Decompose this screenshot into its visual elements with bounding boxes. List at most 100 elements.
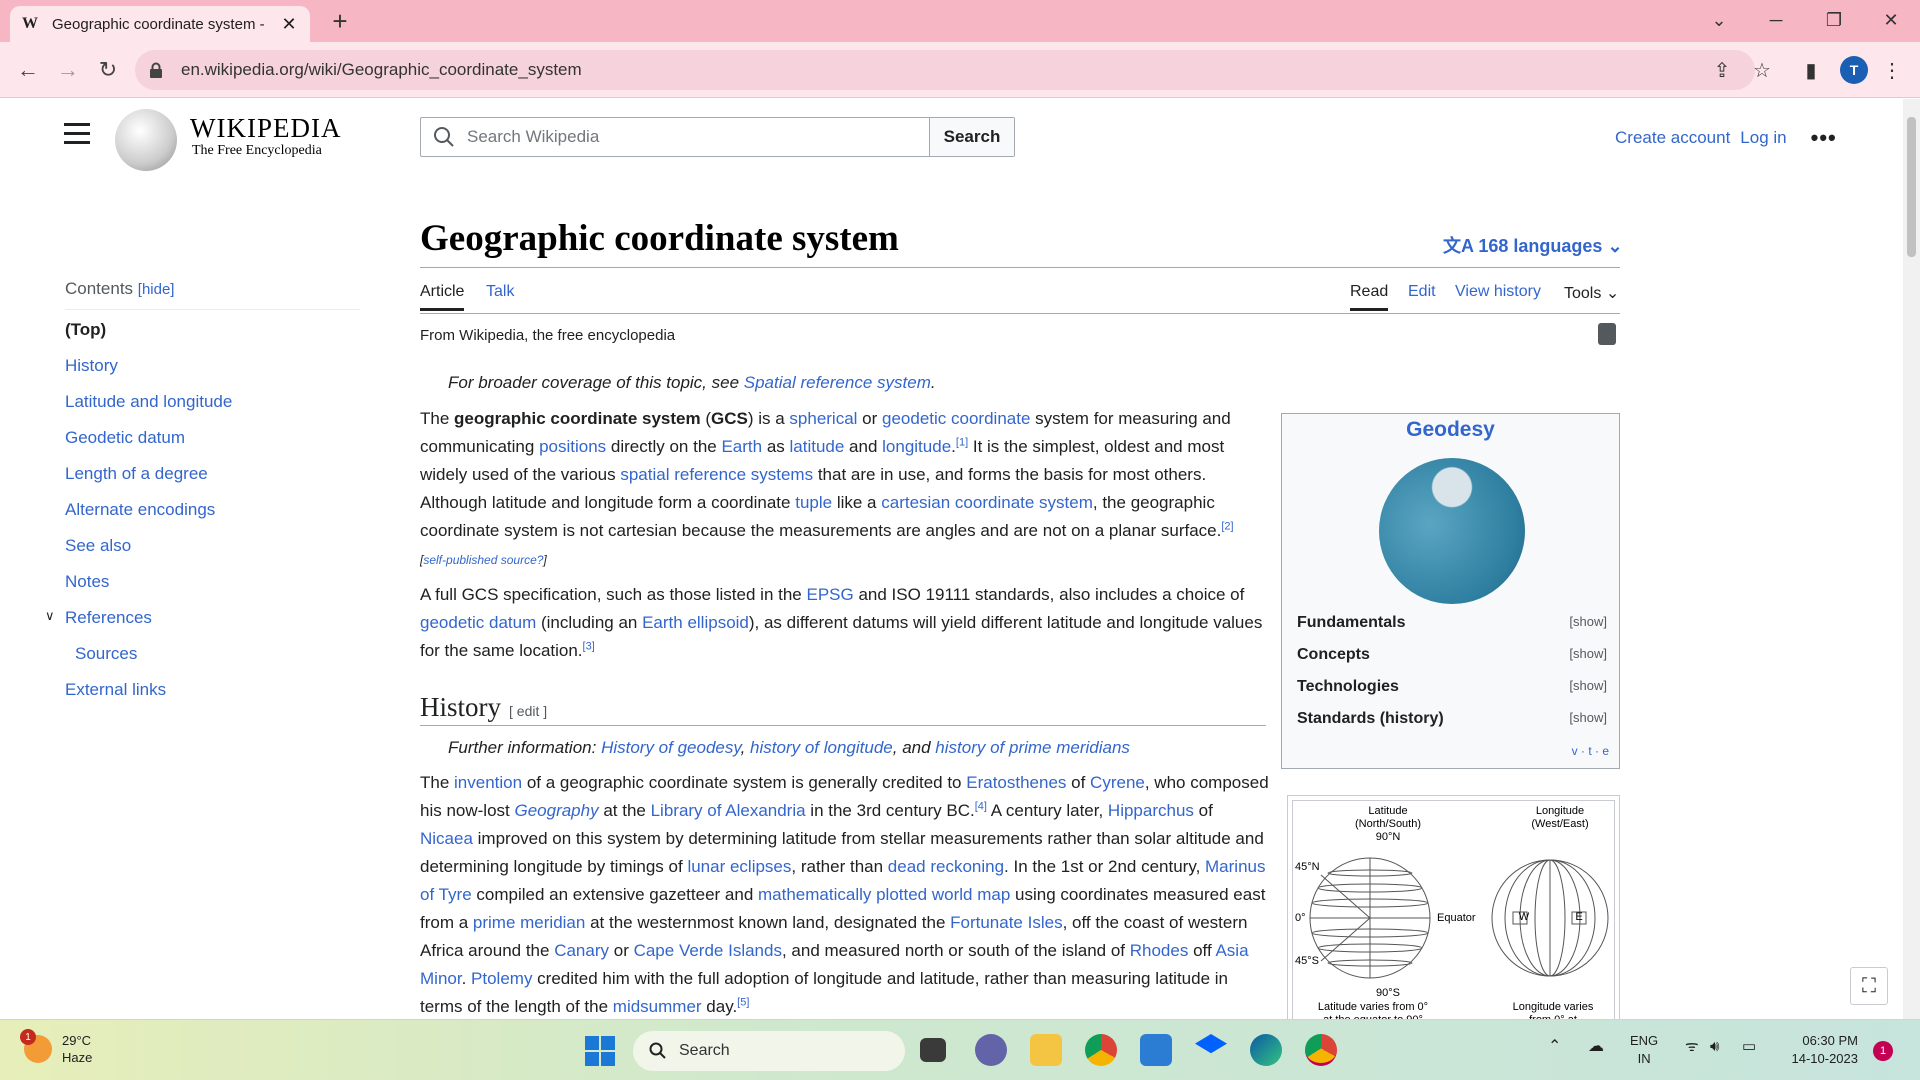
link[interactable]: lunar eclipses — [687, 857, 791, 876]
edit-section-link[interactable]: [ edit ] — [509, 703, 547, 719]
toc-item-top[interactable]: (Top) — [65, 320, 360, 356]
link[interactable]: geodetic datum — [420, 613, 536, 632]
link[interactable]: Canary — [554, 941, 609, 960]
toc-item-see-also[interactable]: See also — [65, 536, 360, 572]
clock[interactable]: 06:30 PM 14-10-2023 — [1778, 1032, 1859, 1068]
search-input[interactable]: Search Wikipedia — [421, 118, 929, 156]
link[interactable]: positions — [539, 437, 606, 456]
profile-avatar[interactable]: T — [1840, 56, 1868, 84]
link[interactable]: spherical — [789, 409, 857, 428]
edge-icon[interactable] — [1250, 1034, 1282, 1066]
onedrive-icon[interactable]: ☁ — [1588, 1038, 1604, 1056]
fullscreen-icon[interactable]: ⛶ — [1850, 967, 1888, 1005]
link[interactable]: dead reckoning — [888, 857, 1004, 876]
main-menu-icon[interactable] — [64, 123, 90, 145]
notification-badge[interactable]: 1 — [1873, 1041, 1893, 1061]
browser-tab[interactable]: W Geographic coordinate system - ✕ — [10, 6, 310, 42]
share-icon[interactable]: ⇪ — [1706, 54, 1738, 86]
task-view-icon[interactable] — [920, 1038, 946, 1062]
new-tab-button[interactable]: + — [325, 6, 355, 37]
toc-item-sources[interactable]: Sources — [65, 644, 360, 680]
toc-item-geodetic-datum[interactable]: Geodetic datum — [65, 428, 360, 464]
tab-article[interactable]: Article — [420, 283, 465, 311]
taskbar-search[interactable]: Search — [633, 1031, 905, 1071]
link[interactable]: invention — [454, 773, 522, 792]
windows-start-icon[interactable] — [585, 1036, 615, 1066]
tab-read[interactable]: Read — [1350, 283, 1389, 311]
toc-item-notes[interactable]: Notes — [65, 572, 360, 608]
link[interactable]: Asia Minor — [420, 941, 1249, 988]
toc-item-history[interactable]: History — [65, 356, 360, 392]
minimize-button[interactable]: ─ — [1747, 0, 1805, 40]
link[interactable]: Fortunate Isles — [950, 913, 1062, 932]
link[interactable]: Nicaea — [420, 829, 473, 848]
link[interactable]: EPSG — [806, 585, 853, 604]
log-in-link[interactable]: Log in — [1740, 128, 1786, 148]
battery-icon[interactable]: ▭ — [1742, 1038, 1756, 1056]
link[interactable]: geodetic coordinate — [882, 409, 1030, 428]
link[interactable]: cartesian coordinate system — [881, 493, 1093, 512]
citation[interactable]: [2] — [1221, 520, 1233, 532]
teams-icon[interactable] — [975, 1034, 1007, 1066]
link[interactable]: Ptolemy — [471, 969, 532, 988]
restore-button[interactable]: ❐ — [1805, 0, 1863, 40]
toc-item-external-links[interactable]: External links — [65, 680, 360, 716]
link[interactable]: Earth ellipsoid — [642, 613, 749, 632]
link[interactable]: tuple — [795, 493, 832, 512]
side-panel-icon[interactable]: ▮ — [1795, 54, 1827, 86]
chevron-down-icon[interactable]: ∨ — [45, 608, 55, 624]
tab-talk[interactable]: Talk — [486, 283, 514, 301]
link[interactable]: Cyrene — [1090, 773, 1145, 792]
back-button[interactable]: ← — [12, 54, 44, 86]
more-options-icon[interactable]: ••• — [1811, 125, 1837, 151]
hatnote-link[interactable]: Spatial reference system — [744, 373, 931, 392]
toc-hide-link[interactable]: [hide] — [138, 281, 175, 298]
wikipedia-wordmark[interactable]: WIKIPEDIA — [190, 113, 341, 144]
link[interactable]: prime meridian — [473, 913, 585, 932]
link[interactable]: latitude — [790, 437, 845, 456]
show-toggle[interactable]: [show] — [1569, 646, 1607, 664]
link[interactable]: Geography — [514, 801, 598, 820]
link[interactable]: Cape Verde Islands — [634, 941, 782, 960]
link[interactable]: Earth — [721, 437, 762, 456]
vte-links[interactable]: v · t · e — [1572, 744, 1609, 758]
wifi-icon[interactable]: ᯤ — [1685, 1038, 1699, 1056]
scrollbar-thumb[interactable] — [1907, 117, 1916, 257]
link[interactable]: longitude — [882, 437, 951, 456]
bookmark-star-icon[interactable]: ☆ — [1746, 54, 1778, 86]
citation[interactable]: [5] — [737, 996, 749, 1008]
toc-item-alternate-encodings[interactable]: Alternate encodings — [65, 500, 360, 536]
page-scrollbar[interactable] — [1903, 99, 1920, 1019]
lat-lon-diagram[interactable]: Latitude (North/South) Longitude (West/E… — [1287, 795, 1620, 1019]
link[interactable]: Hipparchus — [1108, 801, 1194, 820]
dropbox-icon[interactable] — [1195, 1034, 1227, 1054]
tools-dropdown[interactable]: Tools ⌄ — [1564, 283, 1619, 303]
language-indicator[interactable]: ENG IN — [1630, 1032, 1658, 1068]
link[interactable]: Rhodes — [1130, 941, 1189, 960]
language-button[interactable]: 文A 168 languages ⌄ — [1443, 232, 1623, 258]
toc-item-latitude-and-longitude[interactable]: Latitude and longitude — [65, 392, 360, 428]
link[interactable]: midsummer — [613, 997, 702, 1016]
citation[interactable]: [1] — [956, 436, 968, 448]
further-link[interactable]: history of longitude — [750, 738, 893, 757]
tab-search-chevron-icon[interactable]: ⌄ — [1690, 0, 1748, 40]
browser-menu-icon[interactable]: ⋮ — [1876, 54, 1908, 86]
file-explorer-icon[interactable] — [1030, 1034, 1062, 1066]
show-toggle[interactable]: [show] — [1569, 678, 1607, 696]
chevron-up-icon[interactable]: ⌃ — [1548, 1038, 1561, 1056]
citation[interactable]: [3] — [583, 640, 595, 652]
link[interactable]: self-published source? — [423, 553, 543, 567]
address-bar[interactable]: en.wikipedia.org/wiki/Geographic_coordin… — [135, 50, 1755, 90]
toc-item-length-of-a-degree[interactable]: Length of a degree — [65, 464, 360, 500]
weather-widget[interactable]: 1 29°C Haze — [20, 1029, 92, 1066]
volume-icon[interactable]: 🔊︎ — [1710, 1038, 1719, 1056]
infobox-title[interactable]: Geodesy — [1282, 418, 1619, 442]
further-link[interactable]: history of prime meridians — [935, 738, 1130, 757]
link[interactable]: Eratosthenes — [966, 773, 1066, 792]
chrome-icon[interactable] — [1085, 1034, 1117, 1066]
chrome-profile-icon[interactable] — [1305, 1034, 1337, 1066]
wikipedia-globe-logo[interactable] — [115, 109, 177, 171]
protection-lock-icon[interactable] — [1598, 323, 1616, 345]
link[interactable]: mathematically plotted world map — [758, 885, 1010, 904]
create-account-link[interactable]: Create account — [1615, 128, 1730, 148]
